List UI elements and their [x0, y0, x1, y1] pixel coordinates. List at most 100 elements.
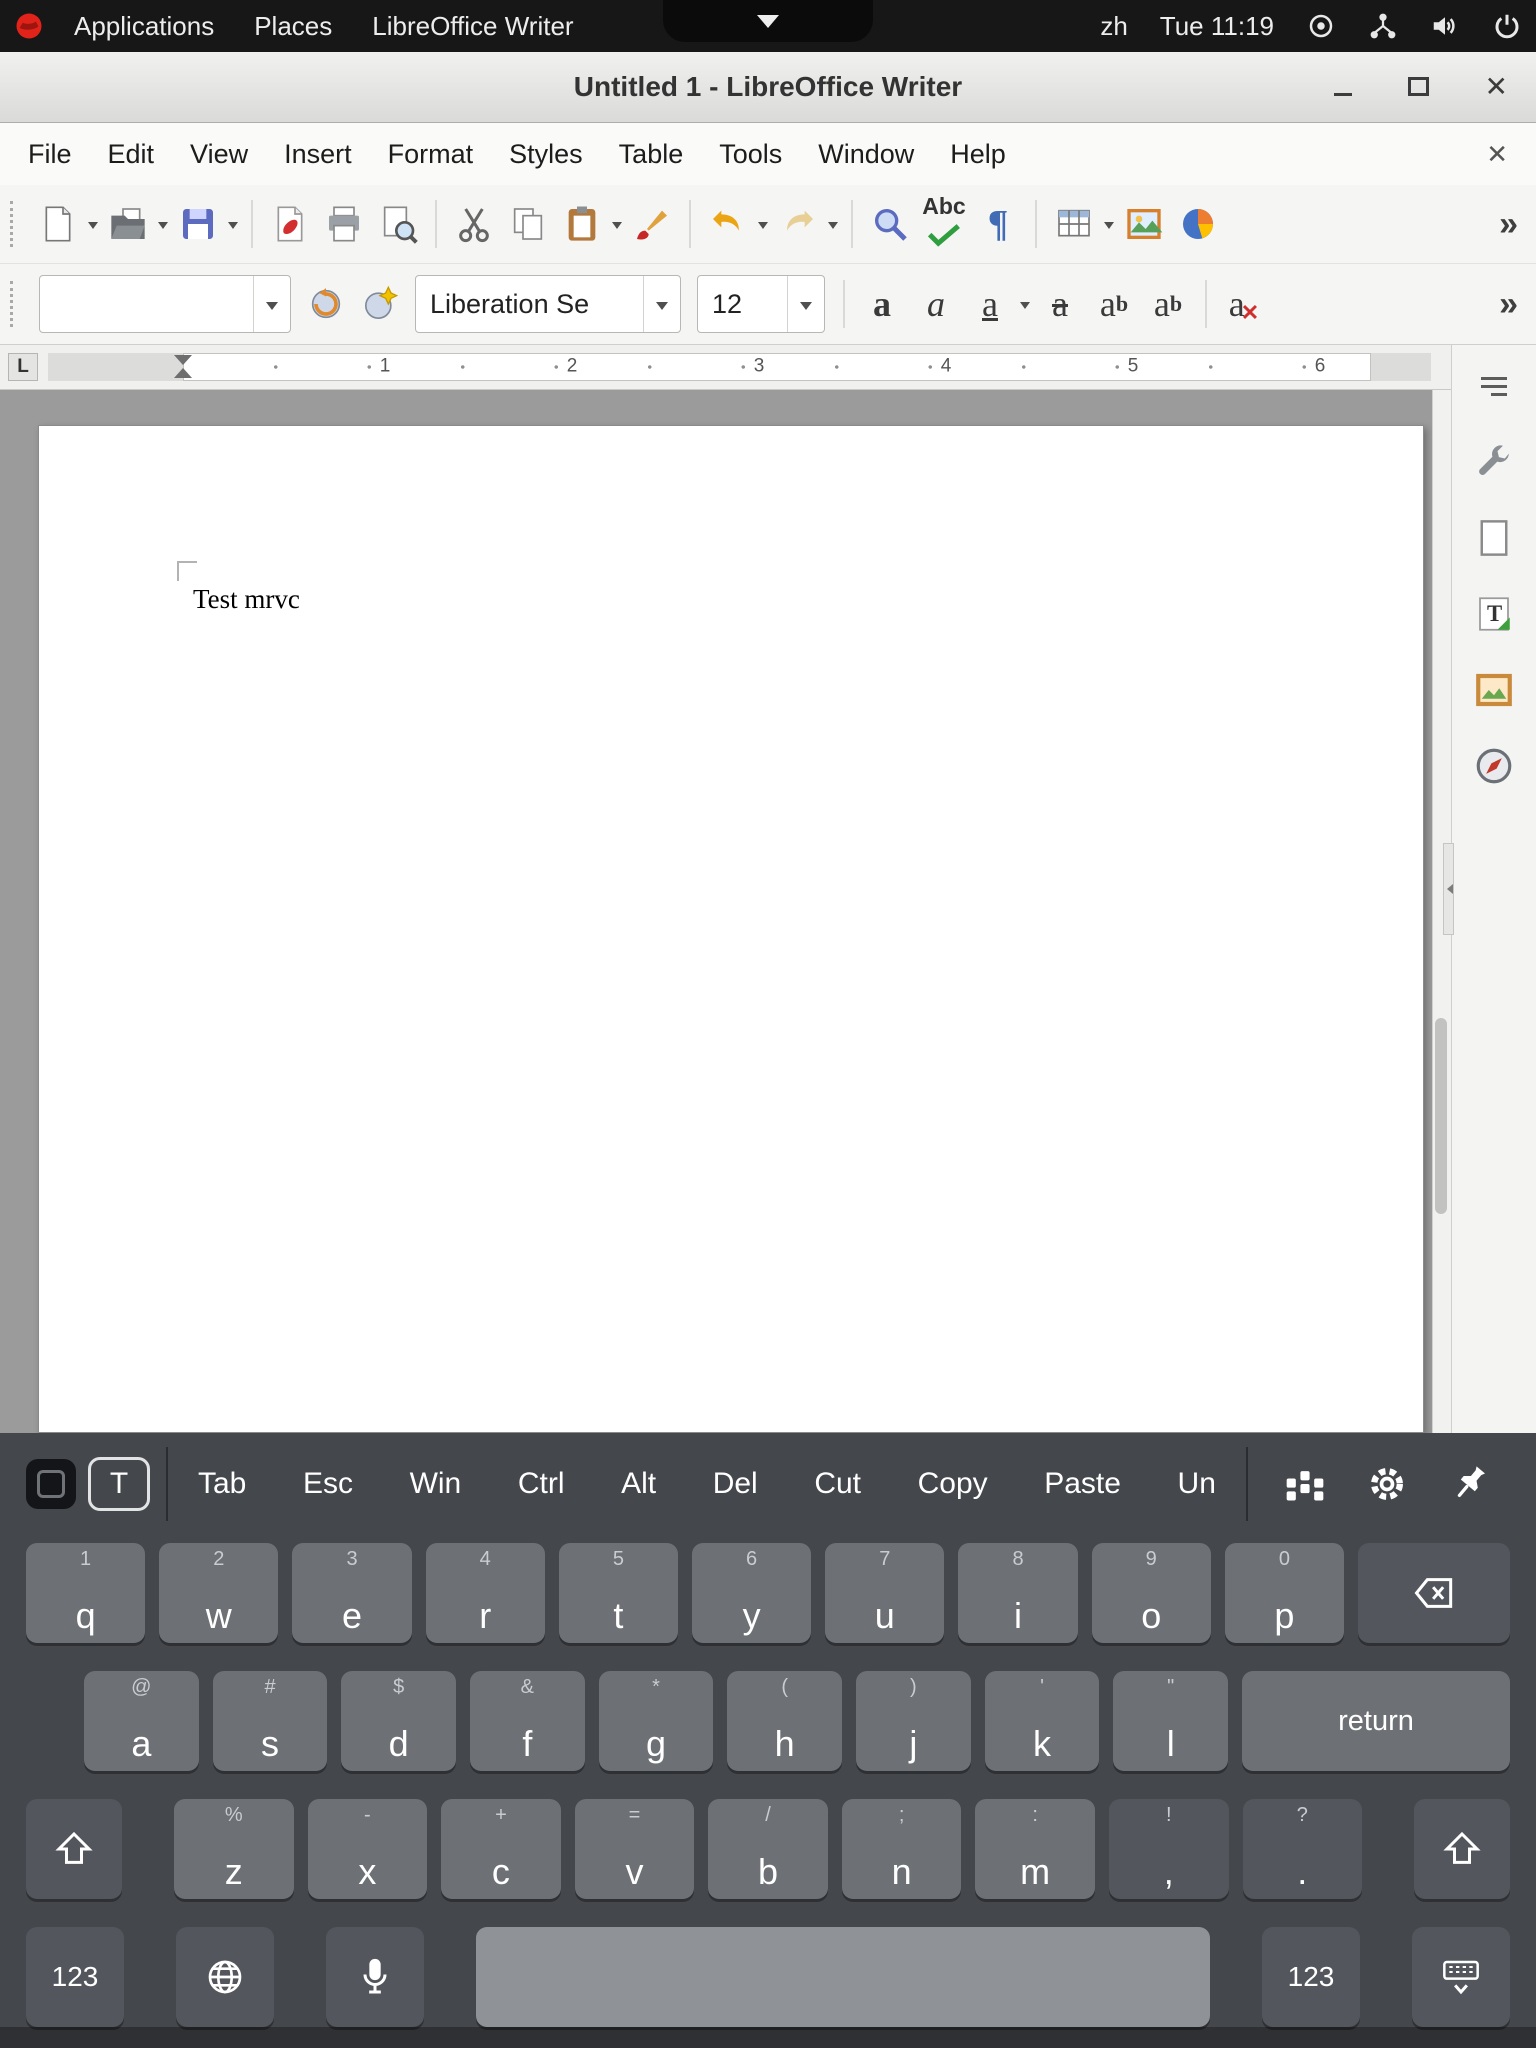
redo-dropdown[interactable]: [825, 196, 841, 252]
undo-dropdown[interactable]: [755, 196, 771, 252]
keyboard-mode-toggle[interactable]: T: [26, 1457, 150, 1511]
close-document-button[interactable]: ✕: [1486, 139, 1526, 170]
menu-item[interactable]: Help: [932, 139, 1024, 169]
menu-item[interactable]: Edit: [90, 139, 173, 169]
underline-button[interactable]: a: [963, 276, 1017, 332]
scrollbar-thumb[interactable]: [1435, 1018, 1447, 1214]
menu-item[interactable]: Table: [601, 139, 702, 169]
underline-dropdown[interactable]: [1017, 276, 1033, 332]
spell-check-button[interactable]: Abc: [917, 196, 971, 252]
combo-dropdown-icon[interactable]: [787, 276, 824, 332]
clock[interactable]: Tue 11:19: [1160, 11, 1274, 42]
shortcut-key[interactable]: Esc: [303, 1467, 353, 1501]
find-replace-button[interactable]: [863, 196, 917, 252]
sidebar-hide-handle[interactable]: [1443, 843, 1454, 935]
shift-key-left[interactable]: [26, 1799, 122, 1899]
tab-stop-selector[interactable]: L: [8, 353, 38, 381]
menu-item[interactable]: Window: [800, 139, 932, 169]
power-icon[interactable]: [1492, 11, 1522, 41]
save-button[interactable]: [171, 196, 225, 252]
keyboard-pin-icon[interactable]: [1447, 1462, 1491, 1506]
shortcut-key[interactable]: Del: [713, 1467, 758, 1501]
document-page[interactable]: Test mrvc: [38, 425, 1424, 1433]
export-pdf-button[interactable]: [263, 196, 317, 252]
letter-key[interactable]: *g: [599, 1671, 714, 1771]
menu-item[interactable]: Styles: [491, 139, 601, 169]
new-document-dropdown[interactable]: [85, 196, 101, 252]
menu-item[interactable]: View: [172, 139, 266, 169]
print-button[interactable]: [317, 196, 371, 252]
letter-key[interactable]: %z: [174, 1799, 294, 1899]
distro-logo-icon[interactable]: [14, 11, 44, 41]
letter-key[interactable]: +c: [441, 1799, 561, 1899]
places-menu[interactable]: Places: [234, 11, 352, 42]
letter-key[interactable]: 7u: [825, 1543, 944, 1643]
font-name-combobox[interactable]: Liberation Se: [415, 275, 681, 333]
letter-key[interactable]: 6y: [692, 1543, 811, 1643]
letter-key[interactable]: 4r: [426, 1543, 545, 1643]
letter-key[interactable]: (h: [727, 1671, 842, 1771]
letter-key[interactable]: ;n: [842, 1799, 962, 1899]
save-dropdown[interactable]: [225, 196, 241, 252]
letter-key[interactable]: =v: [575, 1799, 695, 1899]
close-window-button[interactable]: ✕: [1485, 73, 1508, 101]
subscript-button[interactable]: ab: [1141, 276, 1195, 332]
clear-formatting-button[interactable]: a✕: [1217, 276, 1271, 332]
open-dropdown[interactable]: [155, 196, 171, 252]
return-key[interactable]: return: [1242, 1671, 1510, 1771]
backspace-key[interactable]: [1358, 1543, 1510, 1643]
numbers-key-right[interactable]: 123: [1262, 1927, 1360, 2027]
trackpad-toggle-icon[interactable]: [26, 1459, 76, 1509]
menu-item[interactable]: Tools: [701, 139, 800, 169]
space-key[interactable]: [476, 1927, 1210, 2027]
dismiss-keyboard-key[interactable]: [1412, 1927, 1510, 2027]
copy-button[interactable]: [501, 196, 555, 252]
new-document-button[interactable]: [31, 196, 85, 252]
extra-keys-icon[interactable]: [1283, 1462, 1327, 1506]
remote-client-pull-tab[interactable]: [663, 0, 873, 42]
combo-dropdown-icon[interactable]: [253, 276, 290, 332]
letter-key[interactable]: /b: [708, 1799, 828, 1899]
globe-key[interactable]: [176, 1927, 274, 2027]
maximize-button[interactable]: [1408, 71, 1429, 103]
letter-key[interactable]: @a: [84, 1671, 199, 1771]
letter-key[interactable]: "l: [1113, 1671, 1228, 1771]
print-preview-button[interactable]: [371, 196, 425, 252]
shortcut-key[interactable]: Alt: [621, 1467, 656, 1501]
active-window-menu[interactable]: LibreOffice Writer: [352, 11, 593, 42]
shortcut-key[interactable]: Tab: [198, 1467, 246, 1501]
letter-key[interactable]: 5t: [559, 1543, 678, 1643]
shortcut-key[interactable]: Un: [1178, 1467, 1216, 1501]
letter-key[interactable]: !,: [1109, 1799, 1229, 1899]
insert-table-dropdown[interactable]: [1101, 196, 1117, 252]
menu-item[interactable]: File: [10, 139, 90, 169]
formatting-marks-button[interactable]: ¶: [971, 196, 1025, 252]
shift-key-right[interactable]: [1414, 1799, 1510, 1899]
open-button[interactable]: [101, 196, 155, 252]
letter-key[interactable]: &f: [470, 1671, 585, 1771]
shortcut-key[interactable]: Cut: [814, 1467, 861, 1501]
insert-chart-button[interactable]: [1171, 196, 1225, 252]
indent-marker[interactable]: [174, 355, 192, 378]
clone-formatting-button[interactable]: [625, 196, 679, 252]
volume-icon[interactable]: [1430, 11, 1460, 41]
toolbar-grip[interactable]: [10, 281, 21, 327]
shortcut-key[interactable]: Win: [410, 1467, 462, 1501]
page-panel-icon[interactable]: [1471, 515, 1517, 561]
insert-table-button[interactable]: [1047, 196, 1101, 252]
navigator-panel-icon[interactable]: [1471, 743, 1517, 789]
hanging-indent-marker[interactable]: [174, 368, 192, 378]
properties-wrench-icon[interactable]: [1471, 439, 1517, 485]
shortcut-key[interactable]: Paste: [1044, 1467, 1121, 1501]
first-line-indent-marker[interactable]: [174, 355, 192, 365]
cut-button[interactable]: [447, 196, 501, 252]
toolbar-overflow-button[interactable]: »: [1495, 205, 1522, 244]
text-mode-toggle[interactable]: T: [88, 1457, 150, 1511]
letter-key[interactable]: :m: [975, 1799, 1095, 1899]
letter-key[interactable]: #s: [213, 1671, 328, 1771]
font-size-combobox[interactable]: 12: [697, 275, 825, 333]
menu-item[interactable]: Insert: [266, 139, 370, 169]
letter-key[interactable]: 0p: [1225, 1543, 1344, 1643]
update-style-button[interactable]: [299, 276, 353, 332]
sidebar-settings-icon[interactable]: [1471, 363, 1517, 409]
